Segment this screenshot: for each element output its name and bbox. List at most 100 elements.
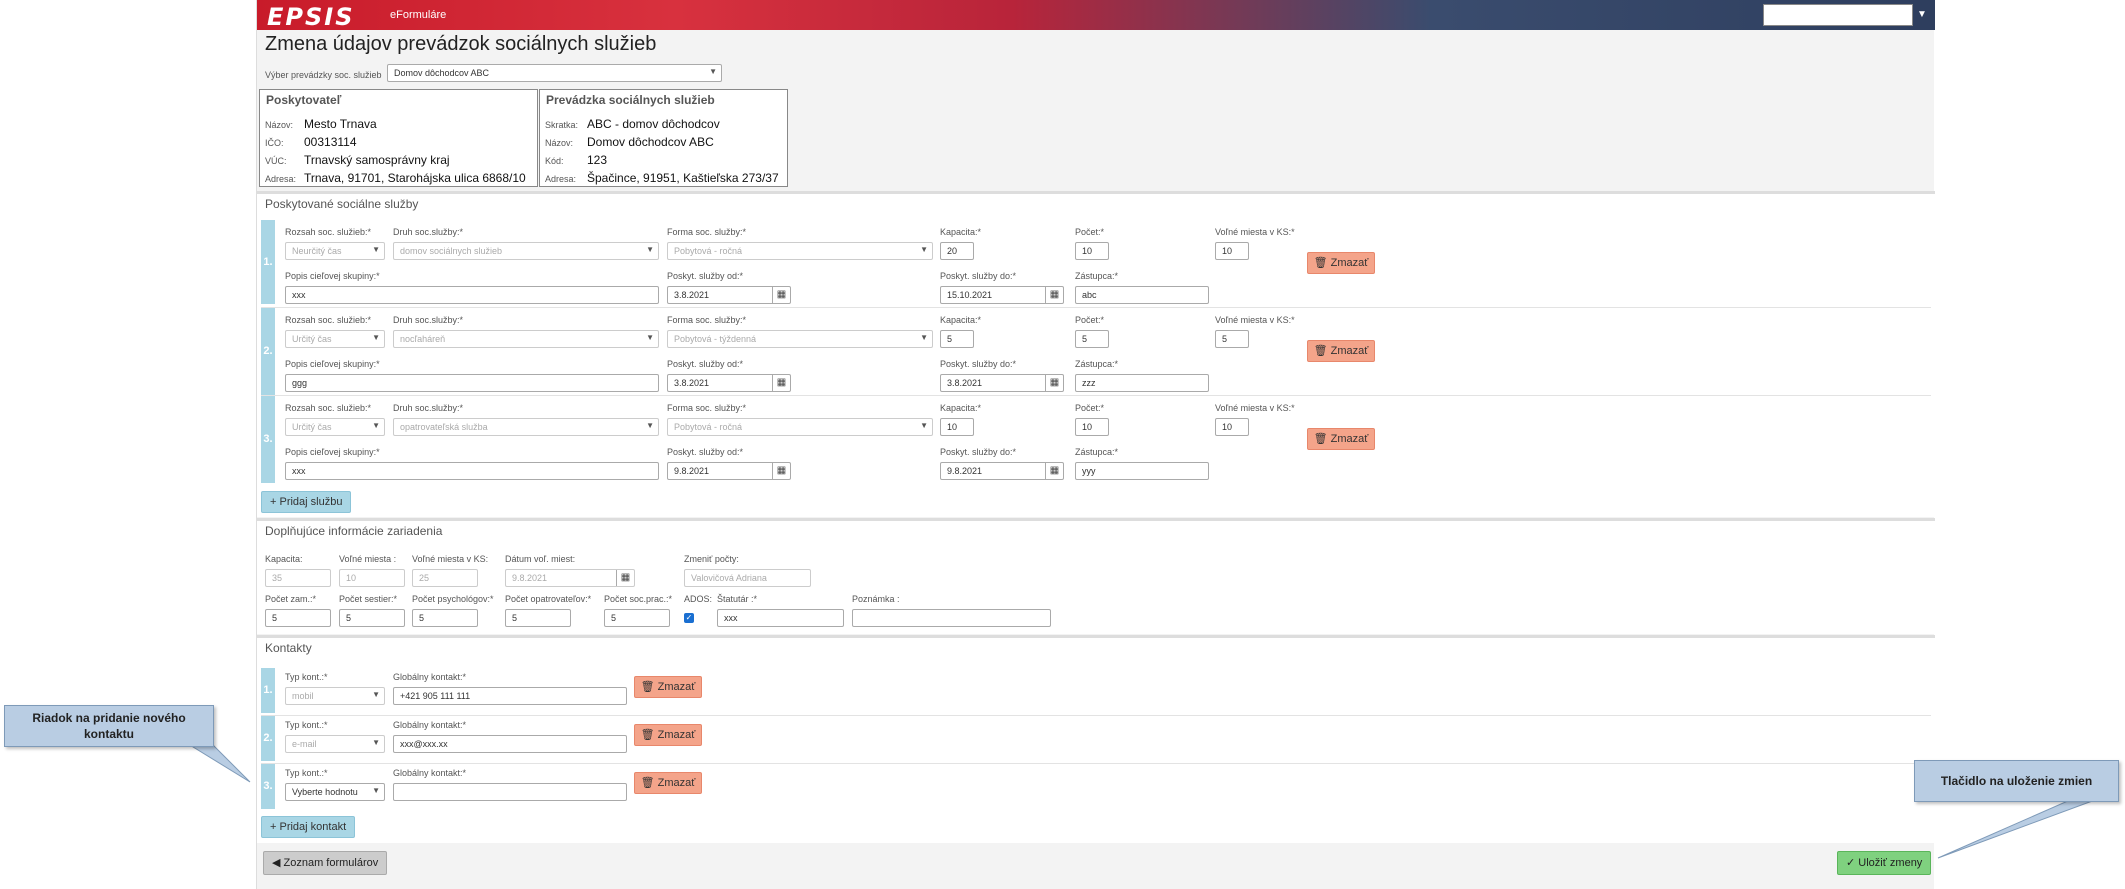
free-date-field: 9.8.2021 ▦ [505,569,635,587]
delete-contact-button[interactable]: 🗑 Zmazať [634,772,702,794]
facility-abbr: ABC - domov dôchodcov [587,117,720,131]
service-scope-select[interactable]: Určitý čas ▼ [285,330,385,348]
save-button[interactable]: ✓ Uložiť zmeny [1837,851,1932,875]
contacts-title: Kontakty [265,641,312,655]
form-list-button[interactable]: ◀ Zoznam formulárov [263,851,388,875]
date-to-input[interactable]: 9.8.2021 ▦ [940,462,1064,480]
service-type-select[interactable]: opatrovateľská služba ▼ [393,418,659,436]
provider-vuc: Trnavský samosprávny kraj [304,153,450,167]
service-form-select[interactable]: Pobytová - ročná ▼ [667,418,933,436]
provider-name: Mesto Trnava [304,117,377,131]
provider-ico: 00313114 [304,135,357,149]
deputy-input[interactable]: yyy [1075,462,1209,480]
contact-type-select[interactable]: e-mail ▼ [285,735,385,753]
facility-name: Domov dôchodcov ABC [587,135,714,149]
ados-checkbox[interactable]: ✓ [684,613,694,623]
contact-value-input[interactable]: xxx@xxx.xx [393,735,627,753]
free-places-field: 10 [339,569,405,587]
logo: EPSIS [267,3,355,31]
row-number: 3. [261,764,275,809]
statutory-input[interactable]: xxx [717,609,844,627]
service-form-select[interactable]: Pobytová - ročná ▼ [667,242,933,260]
changed-by-field: Valovičová Adriana [684,569,811,587]
date-to-input[interactable]: 15.10.2021 ▦ [940,286,1064,304]
capacity-field: 35 [265,569,331,587]
date-from-input[interactable]: 9.8.2021 ▦ [667,462,791,480]
contact-value-input[interactable] [393,783,627,801]
deputy-input[interactable]: zzz [1075,374,1209,392]
calendar-icon: ▦ [1045,287,1063,303]
callout-add-contact: Riadok na pridanie nového kontaktu [4,705,214,747]
count-input[interactable]: 10 [1075,418,1109,436]
callout-pointer-right [1937,799,2096,859]
count-input[interactable]: 10 [1075,242,1109,260]
extra-info-title: Doplňujúce informácie zariadenia [265,524,443,538]
delete-service-button[interactable]: 🗑 Zmazať [1307,428,1375,450]
capacity-input[interactable]: 5 [940,330,974,348]
delete-contact-button[interactable]: 🗑 Zmazať [634,724,702,746]
chevron-down-icon: ▼ [709,67,717,76]
psychologists-input[interactable]: 5 [412,609,478,627]
add-contact-button[interactable]: + Pridaj kontakt [261,816,356,838]
app-window: EPSIS eFormuláre ▼ Zmena údajov prevádzo… [256,0,1935,889]
target-group-input[interactable]: ggg [285,374,659,392]
service-scope-select[interactable]: Neurčitý čas ▼ [285,242,385,260]
calendar-icon: ▦ [772,287,790,303]
free-places-ks-field: 25 [412,569,478,587]
delete-service-button[interactable]: 🗑 Zmazať [1307,252,1375,274]
services-section: Poskytované sociálne služby 1. Rozsah so… [257,191,1935,517]
chevron-down-icon[interactable]: ▼ [1915,4,1929,26]
free-places-input[interactable]: 10 [1215,418,1249,436]
contact-type-select[interactable]: Vyberte hodnotu ▼ [285,783,385,801]
user-select[interactable] [1763,4,1913,26]
services-title: Poskytované sociálne služby [265,197,419,211]
service-scope-select[interactable]: Určitý čas ▼ [285,418,385,436]
target-group-input[interactable]: xxx [285,286,659,304]
row-number: 2. [261,308,275,395]
contact-type-select[interactable]: mobil ▼ [285,687,385,705]
note-input[interactable] [852,609,1051,627]
capacity-input[interactable]: 20 [940,242,974,260]
service-type-select[interactable]: nocľaháreň ▼ [393,330,659,348]
calendar-icon: ▦ [1045,463,1063,479]
facility-select[interactable]: Domov dôchodcov ABC ▼ [387,64,722,82]
service-form-select[interactable]: Pobytová - týždenná ▼ [667,330,933,348]
capacity-input[interactable]: 10 [940,418,974,436]
calendar-icon: ▦ [772,375,790,391]
delete-contact-button[interactable]: 🗑 Zmazať [634,676,702,698]
row-number: 1. [261,668,275,713]
row-number: 1. [261,220,275,304]
facility-select-label: Výber prevádzky soc. služieb [265,70,382,80]
facility-code: 123 [587,153,608,167]
date-from-input[interactable]: 3.8.2021 ▦ [667,374,791,392]
free-places-input[interactable]: 5 [1215,330,1249,348]
target-group-input[interactable]: xxx [285,462,659,480]
top-bar: EPSIS eFormuláre ▼ [257,0,1935,31]
caregivers-input[interactable]: 5 [505,609,571,627]
app-subtitle: eFormuláre [390,9,447,21]
contacts-section: Kontakty 1. Typ kont.:* Globálny kontakt… [257,635,1935,843]
callout-save: Tlačidlo na uloženie zmien [1914,760,2119,802]
row-number: 3. [261,396,275,483]
add-service-button[interactable]: + Pridaj službu [261,491,352,513]
delete-service-button[interactable]: 🗑 Zmazať [1307,340,1375,362]
nurses-input[interactable]: 5 [339,609,405,627]
employees-input[interactable]: 5 [265,609,331,627]
provider-address: Trnava, 91701, Starohájska ulica 6868/10 [304,171,526,185]
calendar-icon: ▦ [1045,375,1063,391]
page-title: Zmena údajov prevádzok sociálnych služie… [265,33,657,55]
calendar-icon: ▦ [772,463,790,479]
social-workers-input[interactable]: 5 [604,609,670,627]
calendar-icon: ▦ [616,570,634,586]
deputy-input[interactable]: abc [1075,286,1209,304]
count-input[interactable]: 5 [1075,330,1109,348]
facility-box: Prevádzka sociálnych služieb Skratka: ABC… [539,89,788,187]
date-from-input[interactable]: 3.8.2021 ▦ [667,286,791,304]
date-to-input[interactable]: 3.8.2021 ▦ [940,374,1064,392]
free-places-input[interactable]: 10 [1215,242,1249,260]
service-type-select[interactable]: domov sociálnych služieb ▼ [393,242,659,260]
provider-box: Poskytovateľ Názov: Mesto Trnava IČO: 0031… [259,89,538,187]
contact-value-input[interactable]: +421 905 111 111 [393,687,627,705]
facility-address: Špačince, 91951, Kaštieľska 273/37 [587,171,779,185]
extra-info-section: Doplňujúce informácie zariadenia Kapacit… [257,518,1935,634]
